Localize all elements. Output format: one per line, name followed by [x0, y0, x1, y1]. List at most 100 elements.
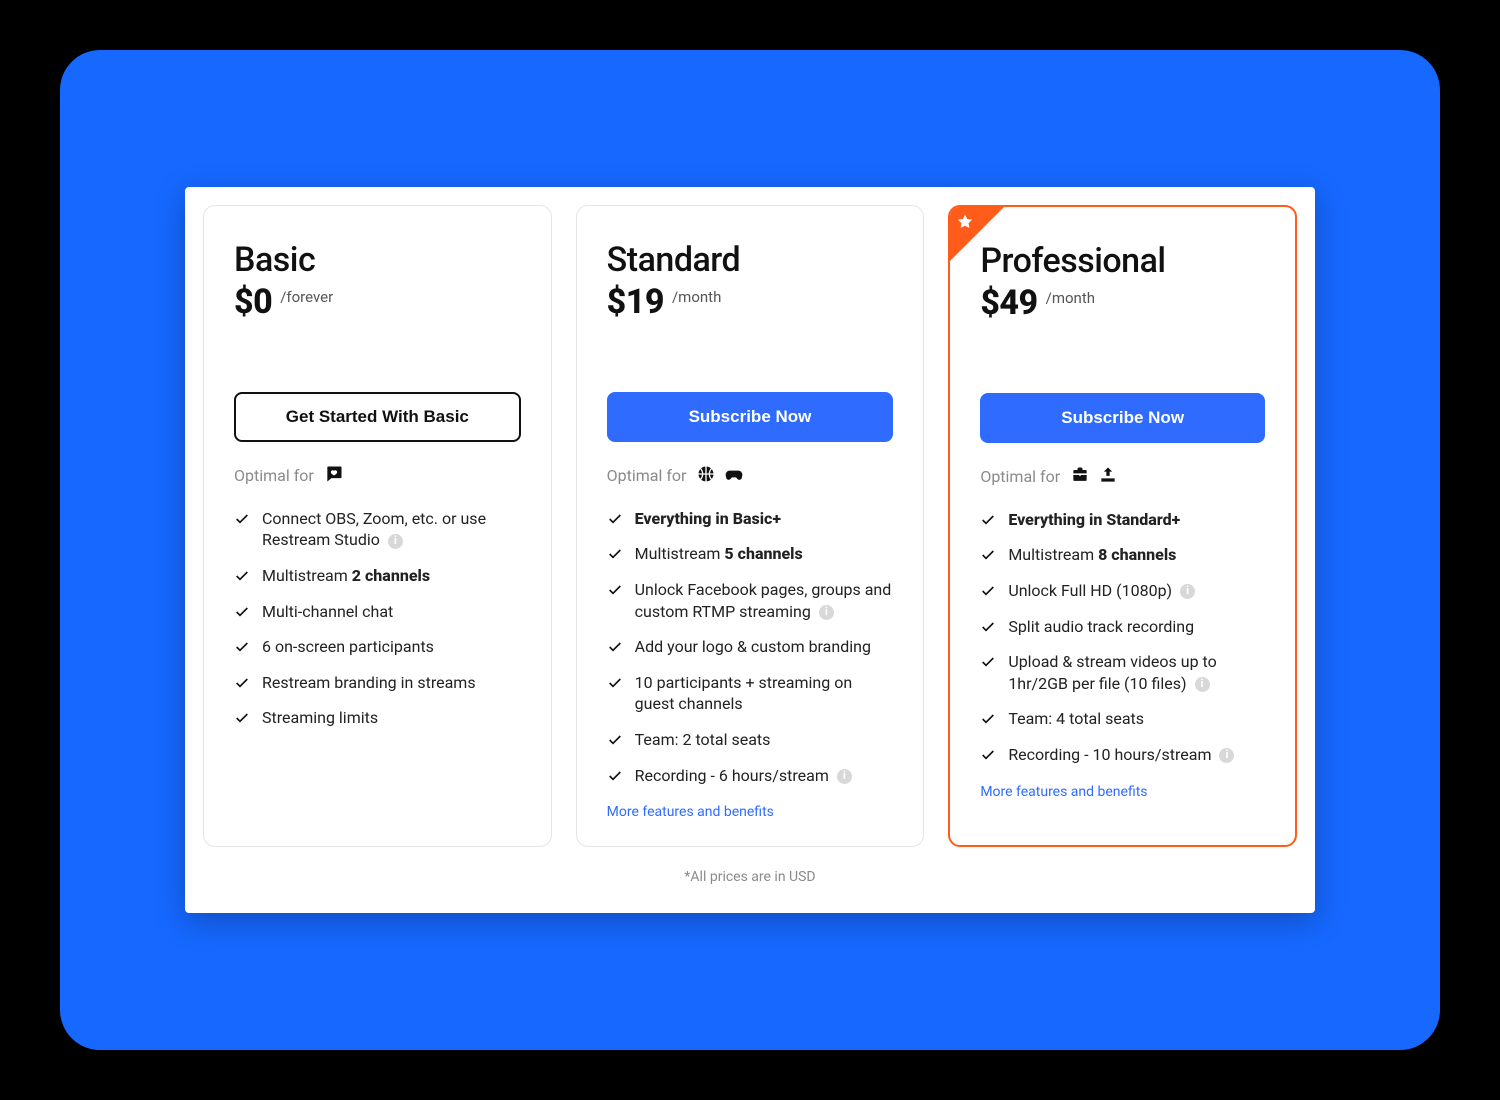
- check-icon: [980, 583, 996, 599]
- info-icon[interactable]: i: [1195, 677, 1210, 692]
- optimal-row: Optimal for: [607, 464, 894, 488]
- feature-list: Everything in Standard+ Multistream 8 cha…: [980, 509, 1265, 766]
- plan-card-professional: Professional $49 /month Subscribe Now Op…: [948, 205, 1297, 847]
- feature-bold: Everything in Standard+: [1008, 510, 1180, 529]
- plan-card-basic: Basic $0 /forever Get Started With Basic…: [203, 205, 552, 847]
- get-started-button[interactable]: Get Started With Basic: [234, 392, 521, 442]
- feature-item: Unlock Facebook pages, groups and custom…: [607, 579, 894, 622]
- feature-item: Upload & stream videos up to 1hr/2GB per…: [980, 651, 1265, 694]
- feature-text: Restream branding in streams: [262, 672, 476, 694]
- star-icon: [956, 213, 974, 231]
- feature-item: Add your logo & custom branding: [607, 636, 894, 658]
- feature-text: Multistream 5 channels: [635, 543, 803, 565]
- feature-text: 6 on-screen participants: [262, 636, 434, 658]
- feature-item: Team: 4 total seats: [980, 708, 1265, 730]
- price-row: $49 /month: [980, 283, 1265, 323]
- feature-text: 10 participants + streaming on guest cha…: [635, 672, 894, 715]
- feature-item: Team: 2 total seats: [607, 729, 894, 751]
- feature-text: Split audio track recording: [1008, 616, 1194, 638]
- price-row: $0 /forever: [234, 282, 521, 322]
- plan-price: $49: [980, 283, 1037, 323]
- feature-text: Multistream 8 channels: [1008, 544, 1176, 566]
- plan-period: /forever: [280, 288, 333, 306]
- optimal-label: Optimal for: [234, 466, 314, 485]
- feature-text: Multistream 2 channels: [262, 565, 430, 587]
- feature-item: Recording - 6 hours/stream i: [607, 765, 894, 787]
- upload-icon: [1098, 465, 1118, 489]
- feature-item: Connect OBS, Zoom, etc. or use Restream …: [234, 508, 521, 551]
- check-icon: [980, 711, 996, 727]
- check-icon: [234, 604, 250, 620]
- chat-heart-icon: [324, 464, 344, 488]
- feature-text: Recording - 6 hours/stream i: [635, 765, 852, 787]
- check-icon: [980, 547, 996, 563]
- check-icon: [980, 747, 996, 763]
- more-features-link[interactable]: More features and benefits: [607, 804, 774, 820]
- plan-card-standard: Standard $19 /month Subscribe Now Optima…: [576, 205, 925, 847]
- optimal-label: Optimal for: [607, 466, 687, 485]
- blue-frame: Basic $0 /forever Get Started With Basic…: [60, 50, 1440, 1050]
- feature-bold: 8 channels: [1098, 545, 1176, 564]
- price-footnote: *All prices are in USD: [203, 869, 1297, 885]
- feature-item: Restream branding in streams: [234, 672, 521, 694]
- feature-text: Team: 4 total seats: [1008, 708, 1144, 730]
- feature-text: Upload & stream videos up to 1hr/2GB per…: [1008, 651, 1265, 694]
- check-icon: [607, 511, 623, 527]
- featured-corner: [950, 207, 1004, 261]
- price-row: $19 /month: [607, 282, 894, 322]
- basketball-icon: [696, 464, 716, 488]
- feature-bold: 2 channels: [352, 566, 430, 585]
- check-icon: [607, 768, 623, 784]
- feature-item: Multi-channel chat: [234, 601, 521, 623]
- feature-text: Add your logo & custom branding: [635, 636, 871, 658]
- pricing-panel: Basic $0 /forever Get Started With Basic…: [185, 187, 1315, 913]
- check-icon: [607, 582, 623, 598]
- info-icon[interactable]: i: [1219, 748, 1234, 763]
- info-icon[interactable]: i: [388, 534, 403, 549]
- feature-text: Unlock Full HD (1080p) i: [1008, 580, 1195, 602]
- info-icon[interactable]: i: [837, 769, 852, 784]
- check-icon: [234, 675, 250, 691]
- check-icon: [607, 546, 623, 562]
- feature-item: Everything in Basic+: [607, 508, 894, 530]
- feature-item: Multistream 5 channels: [607, 543, 894, 565]
- feature-item: 10 participants + streaming on guest cha…: [607, 672, 894, 715]
- check-icon: [234, 639, 250, 655]
- feature-text: Multi-channel chat: [262, 601, 393, 623]
- feature-bold: Everything in Basic+: [635, 509, 781, 528]
- feature-item: 6 on-screen participants: [234, 636, 521, 658]
- gamepad-icon: [724, 464, 744, 488]
- check-icon: [234, 511, 250, 527]
- check-icon: [607, 675, 623, 691]
- info-icon[interactable]: i: [819, 605, 834, 620]
- plan-name: Professional: [980, 241, 1265, 281]
- feature-text: Everything in Basic+: [635, 508, 781, 530]
- plan-period: /month: [672, 288, 721, 306]
- check-icon: [980, 512, 996, 528]
- plan-name: Basic: [234, 240, 521, 280]
- feature-bold: 5 channels: [724, 544, 802, 563]
- check-icon: [607, 639, 623, 655]
- feature-text: Recording - 10 hours/stream i: [1008, 744, 1234, 766]
- feature-text: Everything in Standard+: [1008, 509, 1180, 531]
- subscribe-button[interactable]: Subscribe Now: [980, 393, 1265, 443]
- feature-list: Everything in Basic+ Multistream 5 channe…: [607, 508, 894, 786]
- more-features-link[interactable]: More features and benefits: [980, 784, 1147, 800]
- plan-name: Standard: [607, 240, 894, 280]
- feature-item: Multistream 8 channels: [980, 544, 1265, 566]
- feature-text: Streaming limits: [262, 707, 378, 729]
- optimal-label: Optimal for: [980, 467, 1060, 486]
- check-icon: [234, 568, 250, 584]
- plan-grid: Basic $0 /forever Get Started With Basic…: [203, 205, 1297, 847]
- plan-period: /month: [1046, 289, 1095, 307]
- feature-item: Multistream 2 channels: [234, 565, 521, 587]
- briefcase-icon: [1070, 465, 1090, 489]
- check-icon: [234, 710, 250, 726]
- info-icon[interactable]: i: [1180, 584, 1195, 599]
- feature-item: Everything in Standard+: [980, 509, 1265, 531]
- optimal-row: Optimal for: [234, 464, 521, 488]
- feature-item: Streaming limits: [234, 707, 521, 729]
- plan-price: $19: [607, 282, 664, 322]
- feature-item: Unlock Full HD (1080p) i: [980, 580, 1265, 602]
- subscribe-button[interactable]: Subscribe Now: [607, 392, 894, 442]
